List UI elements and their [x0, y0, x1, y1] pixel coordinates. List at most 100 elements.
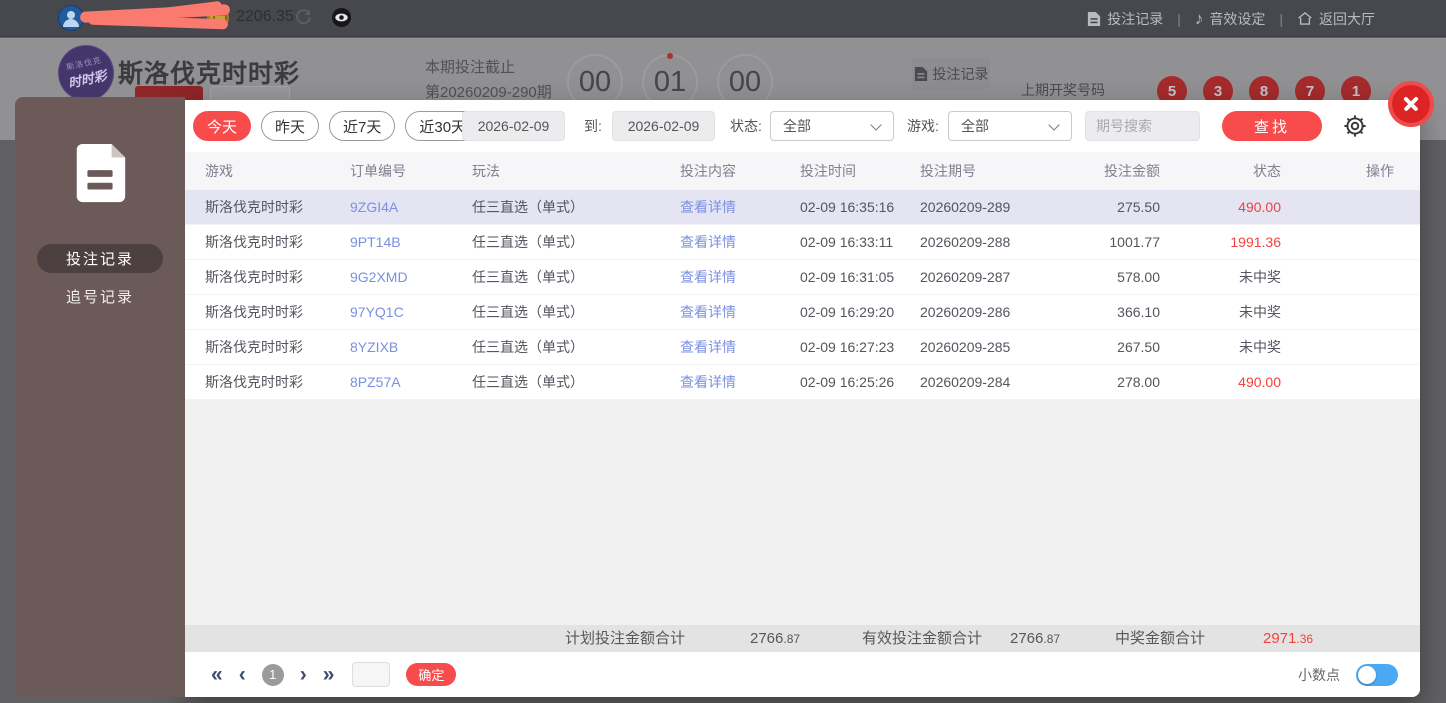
cell-game: 斯洛伐克时时彩 — [205, 339, 303, 355]
quick-filter-pill[interactable]: 今天 — [193, 111, 252, 141]
view-details-link[interactable]: 查看详情 — [680, 232, 800, 252]
column-header: 游戏 — [205, 163, 233, 179]
document-icon — [914, 66, 927, 81]
settings-gear-icon[interactable] — [1342, 113, 1368, 139]
column-header: 投注金额 — [1104, 163, 1160, 179]
order-id-link[interactable]: 9ZGI4A — [350, 199, 472, 215]
column-header: 操作 — [1366, 163, 1394, 179]
period-search-input[interactable] — [1085, 111, 1200, 141]
sidebar-item-chase-records[interactable]: 追号记录 — [15, 286, 185, 307]
next-page-button[interactable]: › — [300, 664, 307, 685]
menu-separator: | — [1279, 10, 1283, 27]
cell-status: 490.00 — [1238, 199, 1281, 215]
document-icon — [69, 142, 131, 204]
table-row[interactable]: 斯洛伐克时时彩 9PT14B 任三直选（单式） 查看详情 02-09 16:33… — [185, 225, 1420, 260]
quick-filter-pill[interactable]: 近7天 — [329, 111, 396, 141]
column-header: 订单编号 — [350, 163, 406, 179]
cell-bet-time: 02-09 16:35:16 — [800, 199, 895, 215]
chevron-down-icon — [870, 119, 882, 131]
valid-total-label: 有效投注金额合计 — [862, 630, 983, 647]
eye-icon[interactable] — [331, 7, 352, 28]
order-id-link[interactable]: 8YZIXB — [350, 339, 472, 355]
date-from-input[interactable]: 2026-02-09 — [462, 111, 565, 141]
game-filter-label: 游戏: — [907, 118, 939, 134]
order-id-link[interactable]: 9G2XMD — [350, 269, 472, 285]
first-page-button[interactable]: « — [211, 664, 223, 685]
cell-period: 20260209-285 — [920, 339, 1011, 355]
records-sidebar: 投注记录 追号记录 — [15, 97, 185, 697]
chevron-down-icon — [1048, 119, 1060, 131]
deadline-label: 本期投注截止 — [425, 59, 516, 76]
quick-date-filters: 今天 昨天 近7天 近30天 — [193, 111, 481, 141]
home-icon — [1298, 12, 1312, 25]
cell-bet-time: 02-09 16:33:11 — [800, 234, 894, 250]
quick-filter-pill[interactable]: 昨天 — [261, 111, 320, 141]
game-select[interactable]: 全部 — [948, 111, 1072, 141]
cell-bet-time: 02-09 16:27:23 — [800, 339, 895, 355]
cell-period: 20260209-288 — [920, 234, 1011, 250]
cell-period: 20260209-286 — [920, 304, 1011, 320]
status-select[interactable]: 全部 — [770, 111, 894, 141]
last-page-button[interactable]: » — [323, 664, 335, 685]
view-details-link[interactable]: 查看详情 — [680, 197, 800, 217]
balance-amount: 2206.35 — [236, 8, 294, 25]
plan-total-value: 2766.87 — [750, 630, 801, 647]
cell-period: 20260209-284 — [920, 374, 1011, 390]
totals-bar: 计划投注金额合计 2766.87 有效投注金额合计 2766.87 中奖金额合计… — [185, 625, 1420, 652]
view-details-link[interactable]: 查看详情 — [680, 302, 800, 322]
menu-item-sound-settings[interactable]: ♪ 音效设定 — [1195, 9, 1266, 29]
menu-item-bet-records[interactable]: 投注记录 — [1087, 9, 1163, 29]
win-total-value: 2971.36 — [1263, 630, 1314, 647]
search-button[interactable]: 查找 — [1222, 111, 1322, 141]
cell-bet-amount: 366.10 — [1117, 304, 1160, 320]
cell-status: 未中奖 — [1239, 269, 1281, 285]
toggle-knob — [1358, 665, 1376, 684]
column-header: 投注期号 — [920, 163, 976, 179]
bet-records-button[interactable]: 投注记录 — [912, 57, 990, 90]
lottery-title: 斯洛伐克时时彩 — [118, 60, 301, 88]
refresh-balance-icon[interactable] — [294, 8, 313, 27]
cell-game: 斯洛伐克时时彩 — [205, 269, 303, 285]
table-row[interactable]: 斯洛伐克时时彩 8PZ57A 任三直选（单式） 查看详情 02-09 16:25… — [185, 365, 1420, 400]
view-details-link[interactable]: 查看详情 — [680, 267, 800, 287]
order-id-link[interactable]: 97YQ1C — [350, 304, 472, 320]
decimal-toggle-label: 小数点 — [1298, 666, 1340, 683]
cell-bet-amount: 278.00 — [1117, 374, 1160, 390]
cell-play-type: 任三直选（单式） — [472, 339, 584, 355]
cell-game: 斯洛伐克时时彩 — [205, 374, 303, 390]
plan-total-label: 计划投注金额合计 — [565, 630, 686, 647]
confirm-page-button[interactable]: 确定 — [406, 663, 457, 686]
order-id-link[interactable]: 8PZ57A — [350, 374, 472, 390]
screen: 2206.35 投注记录 | ♪ 音效设定 | 返回大厅 斯洛伐克 时时彩 斯洛… — [0, 0, 1446, 703]
menu-item-back-to-lobby[interactable]: 返回大厅 — [1297, 9, 1375, 29]
column-header: 玩法 — [472, 163, 500, 179]
cell-play-type: 任三直选（单式） — [472, 199, 584, 215]
cell-bet-amount: 578.00 — [1117, 269, 1160, 285]
decimal-toggle-switch[interactable] — [1356, 663, 1398, 686]
table-header: 游戏 订单编号 玩法 投注内容 投注时间 投注期号 投注金额 状态 操作 — [185, 152, 1420, 190]
sidebar-item-bet-records[interactable]: 投注记录 — [37, 244, 163, 273]
page-number-input[interactable] — [352, 662, 391, 687]
table-row[interactable]: 斯洛伐克时时彩 9G2XMD 任三直选（单式） 查看详情 02-09 16:31… — [185, 260, 1420, 295]
cell-status: 490.00 — [1238, 374, 1281, 390]
cell-bet-amount: 275.50 — [1117, 199, 1160, 215]
date-to-input[interactable]: 2026-02-09 — [612, 111, 715, 141]
previous-page-button[interactable]: ‹ — [239, 664, 246, 685]
cell-game: 斯洛伐克时时彩 — [205, 304, 303, 320]
close-modal-button[interactable] — [1392, 85, 1430, 123]
column-header: 投注时间 — [800, 163, 856, 179]
table-row[interactable]: 斯洛伐克时时彩 97YQ1C 任三直选（单式） 查看详情 02-09 16:29… — [185, 295, 1420, 330]
cell-play-type: 任三直选（单式） — [472, 304, 584, 320]
cell-status: 未中奖 — [1239, 339, 1281, 355]
table-row[interactable]: 斯洛伐克时时彩 8YZIXB 任三直选（单式） 查看详情 02-09 16:27… — [185, 330, 1420, 365]
table-row[interactable]: 斯洛伐克时时彩 9ZGI4A 任三直选（单式） 查看详情 02-09 16:35… — [185, 190, 1420, 225]
view-details-link[interactable]: 查看详情 — [680, 372, 800, 392]
cell-bet-time: 02-09 16:29:20 — [800, 304, 895, 320]
cell-bet-time: 02-09 16:25:26 — [800, 374, 895, 390]
view-details-link[interactable]: 查看详情 — [680, 337, 800, 357]
order-id-link[interactable]: 9PT14B — [350, 234, 472, 250]
pagination-bar: « ‹ 1 › » 确定 小数点 — [185, 652, 1420, 697]
status-filter-label: 状态: — [730, 118, 762, 134]
music-note-icon: ♪ — [1194, 9, 1204, 28]
valid-total-value: 2766.87 — [1010, 630, 1061, 647]
